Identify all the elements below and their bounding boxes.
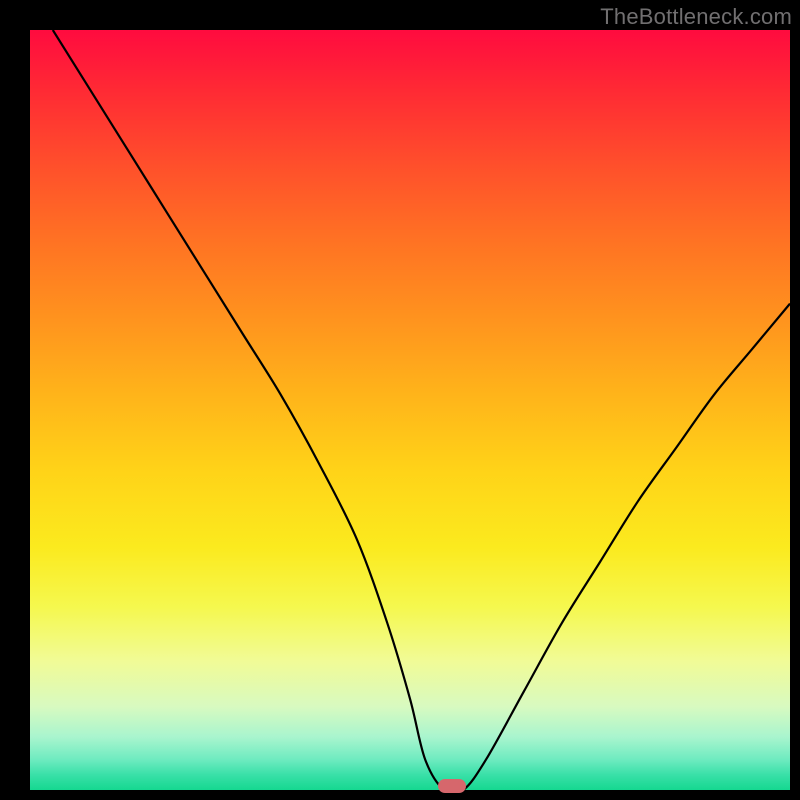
chart-frame: TheBottleneck.com: [0, 0, 800, 800]
optimum-marker: [438, 779, 466, 793]
curve-svg: [30, 30, 790, 790]
plot-area: [30, 30, 790, 790]
watermark-text: TheBottleneck.com: [600, 4, 792, 30]
bottleneck-curve: [53, 30, 790, 790]
